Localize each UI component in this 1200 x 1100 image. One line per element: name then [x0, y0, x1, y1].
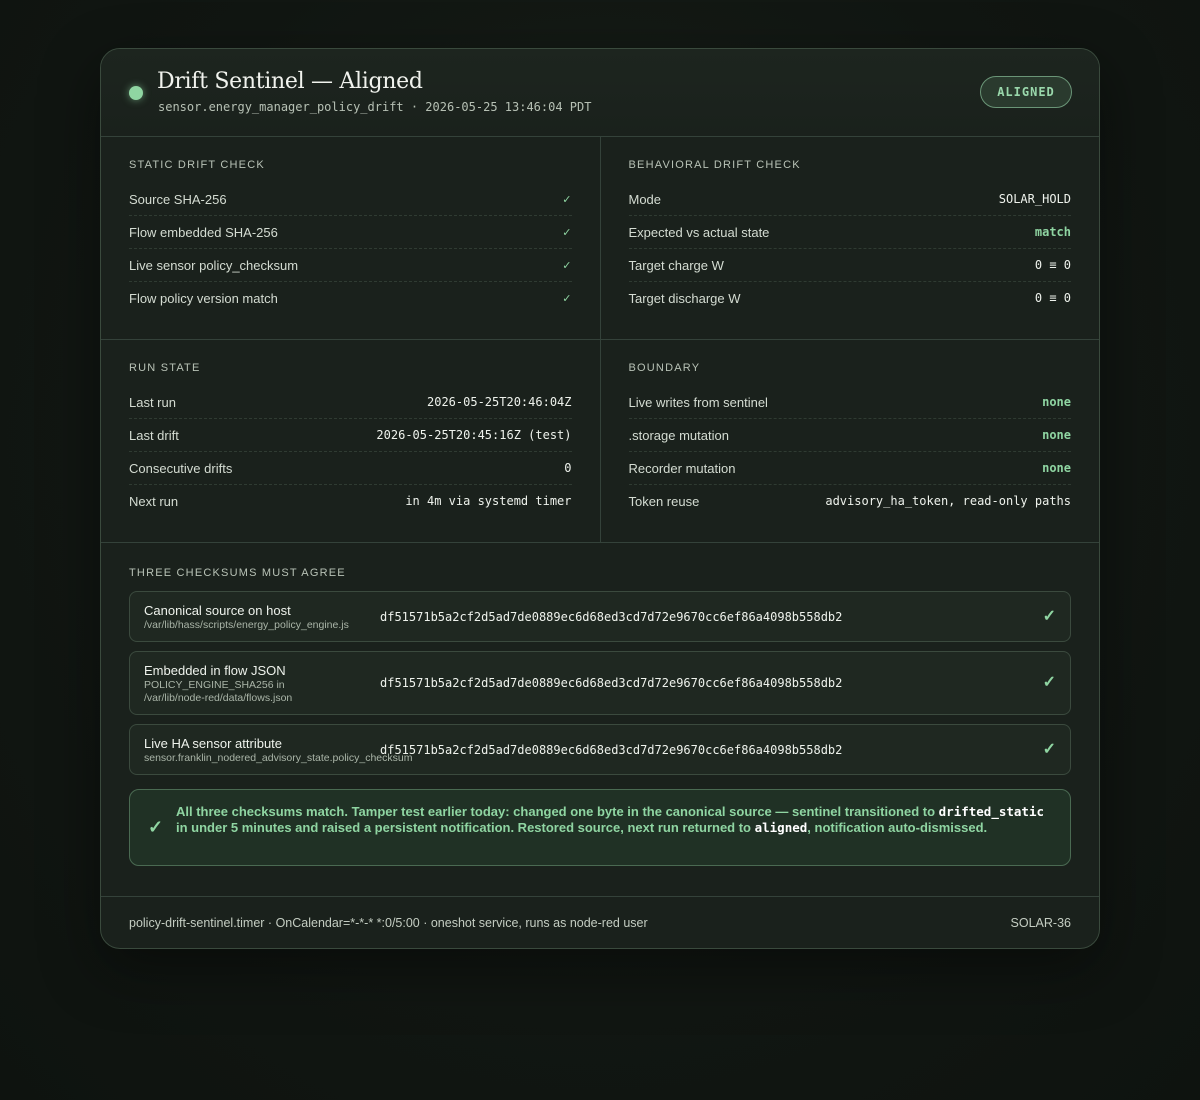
- kv-label: Live writes from sentinel: [628, 394, 768, 410]
- kv-value: 2026-05-25T20:46:04Z: [427, 395, 572, 409]
- checks-row: STATIC DRIFT CHECK Source SHA-256 ✓ Flow…: [101, 137, 1099, 340]
- behavioral-drift-panel: BEHAVIORAL DRIFT CHECK Mode SOLAR_HOLD E…: [599, 137, 1100, 339]
- run-state-panel: RUN STATE Last run 2026-05-25T20:46:04Z …: [101, 340, 600, 542]
- kv-label: Last drift: [129, 427, 179, 443]
- kv-label: Recorder mutation: [628, 460, 736, 476]
- status-indicator-dot: [129, 86, 143, 100]
- kv-row: Last drift 2026-05-25T20:45:16Z (test): [129, 419, 572, 452]
- checksum-label: Live HA sensor attribute: [144, 736, 283, 751]
- kv-label: Consecutive drifts: [129, 460, 233, 476]
- kv-row: Flow embedded SHA-256 ✓: [129, 216, 572, 249]
- checksum-row-canonical: Canonical source on host /var/lib/hass/s…: [129, 591, 1071, 642]
- kv-value: none: [1042, 461, 1071, 475]
- summary-text-part: All three checksums match. Tamper test e…: [176, 804, 939, 819]
- boundary-panel: BOUNDARY Live writes from sentinel none …: [599, 340, 1100, 542]
- check-icon: ✓: [562, 292, 572, 305]
- checksum-label: Canonical source on host: [144, 603, 291, 618]
- ticket-id: SOLAR-36: [1010, 915, 1071, 930]
- checksum-row-live-sensor: Live HA sensor attribute sensor.franklin…: [129, 724, 1071, 775]
- checksums-section: THREE CHECKSUMS MUST AGREE Canonical sou…: [101, 543, 1099, 775]
- checksum-path: sensor.franklin_nodered_advisory_state.p…: [144, 752, 413, 764]
- kv-row: Last run 2026-05-25T20:46:04Z: [129, 386, 572, 419]
- checksum-path: POLICY_ENGINE_SHA256 in: [144, 679, 285, 691]
- section-title: STATIC DRIFT CHECK: [129, 159, 265, 171]
- kv-row: Mode SOLAR_HOLD: [628, 183, 1071, 216]
- kv-value: 2026-05-25T20:45:16Z (test): [376, 428, 572, 442]
- check-icon: ✓: [1042, 674, 1056, 691]
- checksum-label: Embedded in flow JSON: [144, 663, 286, 678]
- check-icon: ✓: [1042, 741, 1056, 758]
- section-title: BEHAVIORAL DRIFT CHECK: [628, 159, 801, 171]
- check-icon: ✓: [562, 226, 572, 239]
- drift-sentinel-card: Drift Sentinel — Aligned sensor.energy_m…: [100, 48, 1100, 949]
- kv-label: Expected vs actual state: [628, 224, 770, 240]
- check-icon: ✓: [562, 193, 572, 206]
- kv-row: Live sensor policy_checksum ✓: [129, 249, 572, 282]
- kv-value: 0 ≡ 0: [1034, 291, 1071, 305]
- kv-label: Target discharge W: [628, 290, 741, 306]
- kv-row: Recorder mutation none: [628, 452, 1071, 485]
- checksum-hash: df51571b5a2cf2d5ad7de0889ec6d68ed3cd7d72…: [380, 743, 843, 757]
- kv-row: Source SHA-256 ✓: [129, 183, 572, 216]
- kv-label: Next run: [129, 493, 179, 509]
- checksum-path: /var/lib/hass/scripts/energy_policy_engi…: [144, 619, 349, 631]
- page-title: Drift Sentinel — Aligned: [157, 69, 423, 94]
- kv-value: 0: [564, 461, 572, 475]
- summary-text-part: in under 5 minutes and raised a persiste…: [176, 820, 755, 835]
- static-drift-panel: STATIC DRIFT CHECK Source SHA-256 ✓ Flow…: [101, 137, 600, 339]
- checksum-hash: df51571b5a2cf2d5ad7de0889ec6d68ed3cd7d72…: [380, 676, 843, 690]
- section-title: BOUNDARY: [628, 362, 701, 374]
- state-code: drifted_static: [938, 804, 1044, 819]
- checksum-hash: df51571b5a2cf2d5ad7de0889ec6d68ed3cd7d72…: [380, 610, 843, 624]
- kv-row: Live writes from sentinel none: [628, 386, 1071, 419]
- card-footer: policy-drift-sentinel.timer · OnCalendar…: [101, 896, 1099, 948]
- kv-row: Consecutive drifts 0: [129, 452, 572, 485]
- kv-label: .storage mutation: [628, 427, 729, 443]
- status-badge: ALIGNED: [980, 76, 1072, 108]
- kv-row: Token reuse advisory_ha_token, read-only…: [629, 485, 1072, 517]
- summary-text-part: , notification auto-dismissed.: [807, 820, 988, 835]
- kv-label: Mode: [628, 191, 662, 207]
- check-icon: ✓: [562, 259, 572, 272]
- kv-row: Next run in 4m via systemd timer: [129, 485, 572, 517]
- kv-label: Source SHA-256: [129, 191, 227, 207]
- card-header: Drift Sentinel — Aligned sensor.energy_m…: [101, 49, 1099, 137]
- kv-value: match: [1034, 225, 1071, 239]
- kv-label: Flow policy version match: [129, 290, 278, 306]
- check-icon: ✓: [1042, 608, 1056, 625]
- checksum-row-embedded: Embedded in flow JSON POLICY_ENGINE_SHA2…: [129, 651, 1071, 715]
- section-title: RUN STATE: [129, 362, 201, 374]
- kv-row: Target discharge W 0 ≡ 0: [629, 282, 1072, 314]
- sensor-subtitle: sensor.energy_manager_policy_drift · 202…: [158, 100, 592, 114]
- kv-row: Expected vs actual state match: [628, 216, 1071, 249]
- kv-row: Flow policy version match ✓: [129, 282, 572, 314]
- section-title: THREE CHECKSUMS MUST AGREE: [129, 567, 346, 579]
- kv-label: Live sensor policy_checksum: [129, 257, 299, 273]
- kv-value: in 4m via systemd timer: [405, 494, 572, 508]
- kv-label: Last run: [129, 394, 176, 410]
- kv-label: Token reuse: [628, 493, 700, 509]
- state-code: aligned: [754, 820, 808, 835]
- kv-row: .storage mutation none: [628, 419, 1071, 452]
- kv-value: advisory_ha_token, read-only paths: [825, 494, 1071, 508]
- kv-value: SOLAR_HOLD: [998, 192, 1071, 206]
- kv-value: 0 ≡ 0: [1034, 258, 1071, 272]
- timer-info: policy-drift-sentinel.timer · OnCalendar…: [129, 915, 648, 930]
- checksum-path: /var/lib/node-red/data/flows.json: [144, 692, 293, 704]
- kv-label: Target charge W: [628, 257, 724, 273]
- summary-callout: ✓ All three checksums match. Tamper test…: [129, 789, 1071, 866]
- state-row: RUN STATE Last run 2026-05-25T20:46:04Z …: [101, 340, 1099, 543]
- kv-label: Flow embedded SHA-256: [129, 224, 278, 240]
- kv-row: Target charge W 0 ≡ 0: [628, 249, 1071, 282]
- summary-text: All three checksums match. Tamper test e…: [176, 804, 1054, 836]
- kv-value: none: [1042, 395, 1071, 409]
- check-icon: ✓: [148, 817, 164, 837]
- kv-value: none: [1042, 428, 1071, 442]
